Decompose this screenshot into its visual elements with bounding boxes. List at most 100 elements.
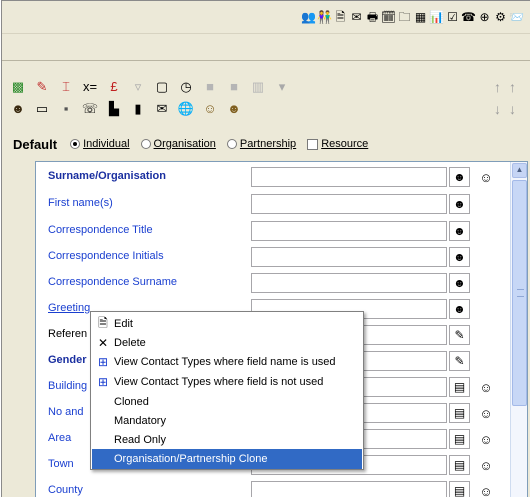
contact-link-icon[interactable]: ☺ — [477, 482, 495, 497]
contact-link-icon[interactable]: ☺ — [477, 456, 495, 474]
building-icon[interactable]: ▙ — [106, 101, 122, 117]
square-icon[interactable]: ▢ — [154, 79, 170, 95]
field-label[interactable]: No and — [48, 406, 83, 418]
menu-item[interactable]: Cloned — [92, 392, 362, 412]
field-label[interactable]: Correspondence Surname — [48, 276, 177, 288]
phone-icon[interactable]: ☎ — [461, 10, 476, 25]
settings-icon[interactable]: ⚙ — [493, 10, 508, 25]
letter-icon[interactable]: ✉ — [349, 10, 364, 25]
field-lookup-button[interactable]: ▤ — [449, 481, 470, 497]
block2-icon[interactable]: ■ — [226, 79, 242, 95]
radio-button[interactable] — [140, 139, 151, 149]
checklist-icon[interactable]: ☑ — [445, 10, 460, 25]
field-lookup-button[interactable]: ☻ — [449, 221, 470, 241]
bracket-icon[interactable]: ⌶ — [58, 79, 74, 95]
field-lookup-button[interactable]: ✎ — [449, 351, 470, 371]
scan-icon[interactable]: ▦ — [413, 10, 428, 25]
field-label[interactable]: Gender — [48, 354, 87, 366]
people-icon[interactable]: 👫 — [317, 10, 332, 25]
field-input[interactable] — [251, 221, 447, 241]
globe-icon[interactable]: 🌐 — [178, 101, 194, 117]
move-down-icon[interactable]: ↓ — [494, 101, 501, 117]
scroll-thumb[interactable] — [512, 180, 527, 406]
dropdown-icon[interactable]: ▾ — [274, 79, 290, 95]
menu-item-label: Edit — [114, 318, 133, 330]
field-label[interactable]: Building — [48, 380, 87, 392]
radio-partnership[interactable]: Partnership — [226, 138, 296, 150]
field-lookup-button[interactable]: ☻ — [449, 299, 470, 319]
contact-link-icon[interactable]: ☺ — [477, 404, 495, 422]
mail-icon[interactable]: 📨 — [509, 10, 524, 25]
person-icon[interactable]: ☻ — [10, 101, 26, 117]
person2-icon[interactable]: ☻ — [226, 101, 242, 117]
field-label[interactable]: Correspondence Title — [48, 224, 153, 236]
field-lookup-button[interactable]: ☻ — [449, 167, 470, 187]
x-equals-icon[interactable]: x= — [82, 79, 98, 95]
scroll-up-button[interactable]: ▲ — [512, 163, 527, 178]
menu-item[interactable]: Read Only — [92, 430, 362, 450]
menu-item[interactable]: ✕ Delete — [92, 333, 362, 353]
people-icon[interactable]: ☺ — [202, 101, 218, 117]
contact-link-icon[interactable]: ☺ — [477, 378, 495, 396]
field-label[interactable]: Referen — [48, 328, 87, 340]
field-lookup-button[interactable]: ☻ — [449, 247, 470, 267]
contact-link-icon[interactable]: ☺ — [477, 168, 495, 186]
field-button-icon: ▤ — [453, 458, 466, 472]
filter-icon[interactable]: ▿ — [130, 79, 146, 95]
pencil-icon[interactable]: ✎ — [34, 79, 50, 95]
field-lookup-button[interactable]: ▤ — [449, 429, 470, 449]
field-lookup-button[interactable]: ▤ — [449, 377, 470, 397]
report-icon[interactable]: 📊 — [429, 10, 444, 25]
field-input[interactable] — [251, 273, 447, 293]
field-toolbar: ▩ ✎ ⌶ x= £ ▿ ▢ ◷ ■ ■ ▥ ▾ ☻ ▭ ▪ ☏ ▙ ▮ ✉ 🌐 ☺ ☻ ↑ ↑ ↓ ↓ — [2, 62, 530, 128]
field-lookup-button[interactable]: ▤ — [449, 403, 470, 423]
field-label[interactable]: Greeting — [48, 302, 90, 314]
fax-icon[interactable]: ▪ — [58, 101, 74, 117]
field-label[interactable]: Surname/Organisation — [48, 170, 166, 182]
field-lookup-button[interactable]: ☻ — [449, 194, 470, 214]
field-input[interactable] — [251, 194, 447, 214]
folder-icon[interactable]: 🗀 — [397, 10, 412, 25]
field-lookup-button[interactable]: ☻ — [449, 273, 470, 293]
radio-individual[interactable]: Individual — [70, 138, 130, 150]
field-lookup-button[interactable]: ✎ — [449, 325, 470, 345]
columns-icon[interactable]: ▥ — [250, 79, 266, 95]
radio-organisation[interactable]: Organisation — [140, 138, 216, 150]
menu-item[interactable]: ⊞ View Contact Types where field name is … — [92, 352, 362, 372]
document-icon[interactable]: 🗎 — [333, 10, 348, 25]
move-up-icon[interactable]: ↑ — [509, 79, 516, 95]
field-label[interactable]: County — [48, 484, 83, 496]
field-lookup-button[interactable]: ▤ — [449, 455, 470, 475]
menu-item[interactable]: 🗎 Edit — [92, 314, 362, 334]
pound-icon[interactable]: £ — [106, 79, 122, 95]
menu-item[interactable]: Mandatory — [92, 411, 362, 431]
menu-item[interactable]: Organisation/Partnership Clone — [92, 449, 362, 469]
clock-icon[interactable]: ◷ — [178, 79, 194, 95]
field-input[interactable] — [251, 247, 447, 267]
print-icon[interactable]: 🖶 — [365, 10, 380, 25]
field-label[interactable]: Correspondence Initials — [48, 250, 164, 262]
email-icon[interactable]: ✉ — [154, 101, 170, 117]
phone-icon[interactable]: ☏ — [82, 101, 98, 117]
radio-button[interactable] — [70, 139, 81, 149]
mobile-icon[interactable]: ▮ — [130, 101, 146, 117]
hierarchy-icon[interactable]: ▩ — [10, 79, 26, 95]
field-label[interactable]: First name(s) — [48, 197, 113, 209]
globe-icon[interactable]: ⊕ — [477, 10, 492, 25]
field-label[interactable]: Town — [48, 458, 74, 470]
contact-link-icon[interactable]: ☺ — [477, 430, 495, 448]
move-down-icon[interactable]: ↓ — [509, 101, 516, 117]
field-label[interactable]: Area — [48, 432, 71, 444]
vertical-scrollbar[interactable]: ▲ — [510, 162, 527, 497]
block-icon[interactable]: ■ — [202, 79, 218, 95]
card-icon[interactable]: ▭ — [34, 101, 50, 117]
radio-button[interactable] — [226, 139, 237, 149]
calendar-icon[interactable]: 🗓 — [381, 10, 396, 25]
move-up-icon[interactable]: ↑ — [494, 79, 501, 95]
checkbox-resource[interactable]: Resource — [307, 138, 368, 150]
contacts-icon[interactable]: 👥 — [301, 10, 316, 25]
menu-item[interactable]: ⊞ View Contact Types where field is not u… — [92, 372, 362, 392]
field-input[interactable] — [251, 167, 447, 187]
checkbox[interactable] — [307, 138, 319, 150]
field-input[interactable] — [251, 481, 447, 497]
